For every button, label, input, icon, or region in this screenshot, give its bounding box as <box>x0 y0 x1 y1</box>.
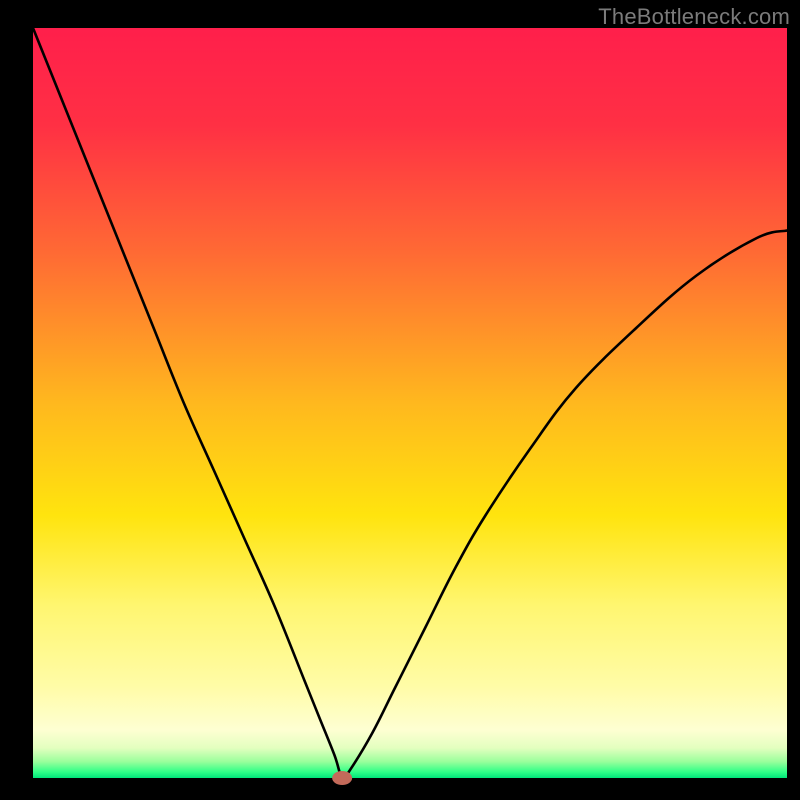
bottleneck-chart <box>0 0 800 800</box>
watermark-text: TheBottleneck.com <box>598 4 790 30</box>
chart-frame: TheBottleneck.com <box>0 0 800 800</box>
optimal-marker <box>332 771 352 785</box>
plot-background <box>33 28 787 778</box>
